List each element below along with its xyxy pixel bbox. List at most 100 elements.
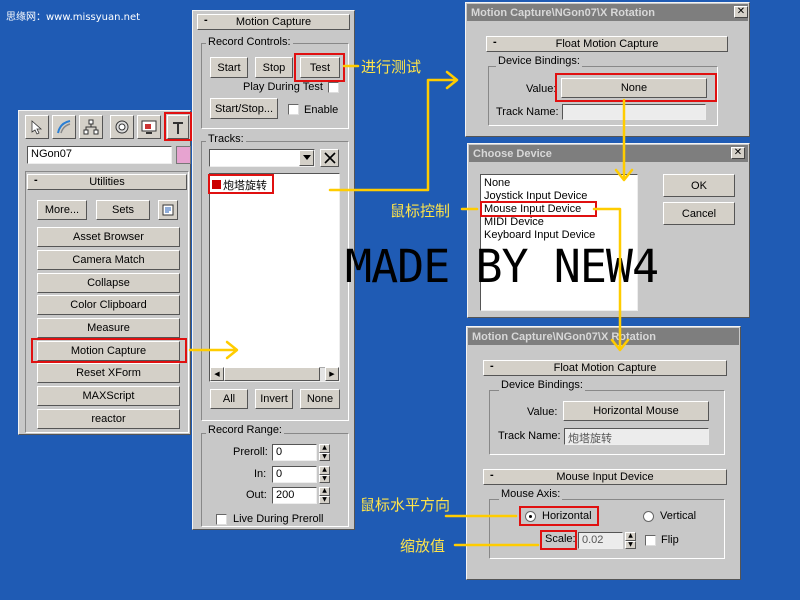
start-stop-button[interactable]: Start/Stop... xyxy=(210,98,278,119)
none-button[interactable]: None xyxy=(300,389,340,409)
motion-capture-rollout-header[interactable]: - Motion Capture xyxy=(197,14,350,30)
record-controls-label: Record Controls: xyxy=(206,36,293,48)
choose-device-titlebar: Choose Device xyxy=(469,145,748,162)
play-during-test-checkbox[interactable] xyxy=(328,82,339,93)
close-icon[interactable]: ✕ xyxy=(734,6,748,18)
out-spinner[interactable]: ▲ ▼ xyxy=(319,487,330,504)
utilities-rollout-title: Utilities xyxy=(89,176,125,188)
value-none-highlight xyxy=(555,73,717,102)
value-label-1: Value: xyxy=(526,83,557,95)
live-during-preroll-label: Live During Preroll xyxy=(233,513,324,525)
sets-button[interactable]: Sets xyxy=(96,200,150,220)
display-tab-icon[interactable] xyxy=(137,115,161,139)
dropdown-arrow-icon[interactable] xyxy=(299,150,314,166)
track-item-highlight xyxy=(208,174,274,194)
flip-checkbox[interactable] xyxy=(645,535,656,546)
close-icon[interactable]: ✕ xyxy=(731,147,745,159)
modify-tab-icon[interactable] xyxy=(52,115,76,139)
motion-capture-rollout-title: Motion Capture xyxy=(235,16,312,28)
cancel-button[interactable]: Cancel xyxy=(663,202,735,225)
collapse-button[interactable]: Collapse xyxy=(37,273,180,293)
test-button-highlight xyxy=(294,53,345,82)
track-name-label-1: Track Name: xyxy=(496,106,559,118)
object-color-swatch[interactable] xyxy=(176,146,191,164)
all-button[interactable]: All xyxy=(210,389,248,409)
track-name-field-1[interactable] xyxy=(562,104,706,120)
start-button[interactable]: Start xyxy=(210,57,248,78)
float-dialog-1-rollout-header[interactable]: - Float Motion Capture xyxy=(486,36,728,52)
record-range-label: Record Range: xyxy=(206,424,284,436)
live-during-preroll-checkbox[interactable] xyxy=(216,514,227,525)
made-by-label: MADE BY NEW4 xyxy=(345,240,659,293)
measure-button[interactable]: Measure xyxy=(37,318,180,338)
enable-label: Enable xyxy=(304,104,339,116)
out-field[interactable]: 200 xyxy=(272,487,317,504)
device-item-none[interactable]: None xyxy=(484,177,510,189)
horizontal-highlight xyxy=(519,506,599,526)
preroll-spinner[interactable]: ▲ ▼ xyxy=(319,444,330,461)
utilities-tab-highlight xyxy=(164,112,192,141)
preroll-label: Preroll: xyxy=(233,446,268,458)
create-tab-icon[interactable] xyxy=(25,115,49,139)
flip-label: Flip xyxy=(661,534,679,546)
camera-match-button[interactable]: Camera Match xyxy=(37,250,180,270)
stop-button[interactable]: Stop xyxy=(255,57,293,78)
annotation-scale-value: 缩放值 xyxy=(400,537,446,555)
out-label: Out: xyxy=(246,489,267,501)
value-label-2: Value: xyxy=(527,406,558,418)
motion-capture-panel: - Motion Capture Record Controls: Start S… xyxy=(192,10,355,530)
utilities-rollout-header[interactable]: - Utilities xyxy=(27,174,187,190)
annotation-mouse-control: 鼠标控制 xyxy=(390,202,451,220)
scroll-right-icon[interactable]: ▶ xyxy=(325,367,339,381)
annotation-test: 进行测试 xyxy=(361,58,422,76)
float-dialog-1-titlebar: Motion Capture\NGon07\X Rotation xyxy=(467,4,748,21)
mouse-device-highlight xyxy=(480,201,597,217)
mouse-input-rollout-header[interactable]: - Mouse Input Device xyxy=(483,469,727,485)
color-clipboard-button[interactable]: Color Clipboard xyxy=(37,295,180,315)
device-bindings-label-1: Device Bindings: xyxy=(496,55,582,67)
in-spinner[interactable]: ▲ ▼ xyxy=(319,466,330,483)
invert-button[interactable]: Invert xyxy=(255,389,293,409)
enable-checkbox[interactable] xyxy=(288,104,299,115)
preroll-field[interactable]: 0 xyxy=(272,444,317,461)
more-button[interactable]: More... xyxy=(37,200,87,220)
value-horizontal-mouse-button[interactable]: Horizontal Mouse xyxy=(563,401,709,421)
float-dialog-1-rollout-title: Float Motion Capture xyxy=(555,38,659,50)
reactor-button[interactable]: reactor xyxy=(37,409,180,429)
float-dialog-2: Motion Capture\NGon07\X Rotation - Float … xyxy=(466,326,741,580)
asset-browser-button[interactable]: Asset Browser xyxy=(37,227,180,247)
tracks-list[interactable] xyxy=(209,173,340,382)
track-name-field-2[interactable]: 炮塔旋转 xyxy=(564,428,709,445)
ok-button[interactable]: OK xyxy=(663,174,735,197)
float-dialog-2-rollout-title: Float Motion Capture xyxy=(553,362,657,374)
track-name-label-2: Track Name: xyxy=(498,430,561,442)
scale-field[interactable]: 0.02 xyxy=(578,532,623,549)
watermark: 思缘网：www.missyuan.net xyxy=(6,12,141,23)
mouse-input-rollout-title: Mouse Input Device xyxy=(556,471,654,483)
tracks-label: Tracks: xyxy=(206,133,246,145)
device-bindings-label-2: Device Bindings: xyxy=(499,379,585,391)
utilities-panel: NGon07 - Utilities More... Sets Asset Bro… xyxy=(18,110,192,435)
in-field[interactable]: 0 xyxy=(272,466,317,483)
float-dialog-1: Motion Capture\NGon07\X Rotation ✕ - Floa… xyxy=(465,2,750,137)
mouse-axis-label: Mouse Axis: xyxy=(499,488,563,500)
float-dialog-2-rollout-header[interactable]: - Float Motion Capture xyxy=(483,360,727,376)
hierarchy-tab-icon[interactable] xyxy=(79,115,103,139)
remove-track-icon[interactable] xyxy=(320,149,339,167)
motion-tab-icon[interactable] xyxy=(110,115,134,139)
reset-xform-button[interactable]: Reset XForm xyxy=(37,363,180,383)
scale-spinner[interactable]: ▲ ▼ xyxy=(625,532,636,549)
device-item-midi[interactable]: MIDI Device xyxy=(484,216,544,228)
scale-highlight xyxy=(540,530,577,550)
vertical-label: Vertical xyxy=(660,510,697,522)
maxscript-button[interactable]: MAXScript xyxy=(37,386,180,406)
float-dialog-2-titlebar: Motion Capture\NGon07\X Rotation xyxy=(468,328,739,345)
in-label: In: xyxy=(254,468,267,480)
vertical-radio[interactable] xyxy=(643,511,654,522)
motion-capture-highlight xyxy=(31,338,187,363)
object-name-field[interactable]: NGon07 xyxy=(27,146,172,164)
configure-sets-icon[interactable] xyxy=(158,200,178,220)
scroll-left-icon[interactable]: ◀ xyxy=(210,367,224,381)
annotation-horizontal-direction: 鼠标水平方向 xyxy=(360,496,451,514)
scroll-thumb[interactable] xyxy=(224,367,320,381)
